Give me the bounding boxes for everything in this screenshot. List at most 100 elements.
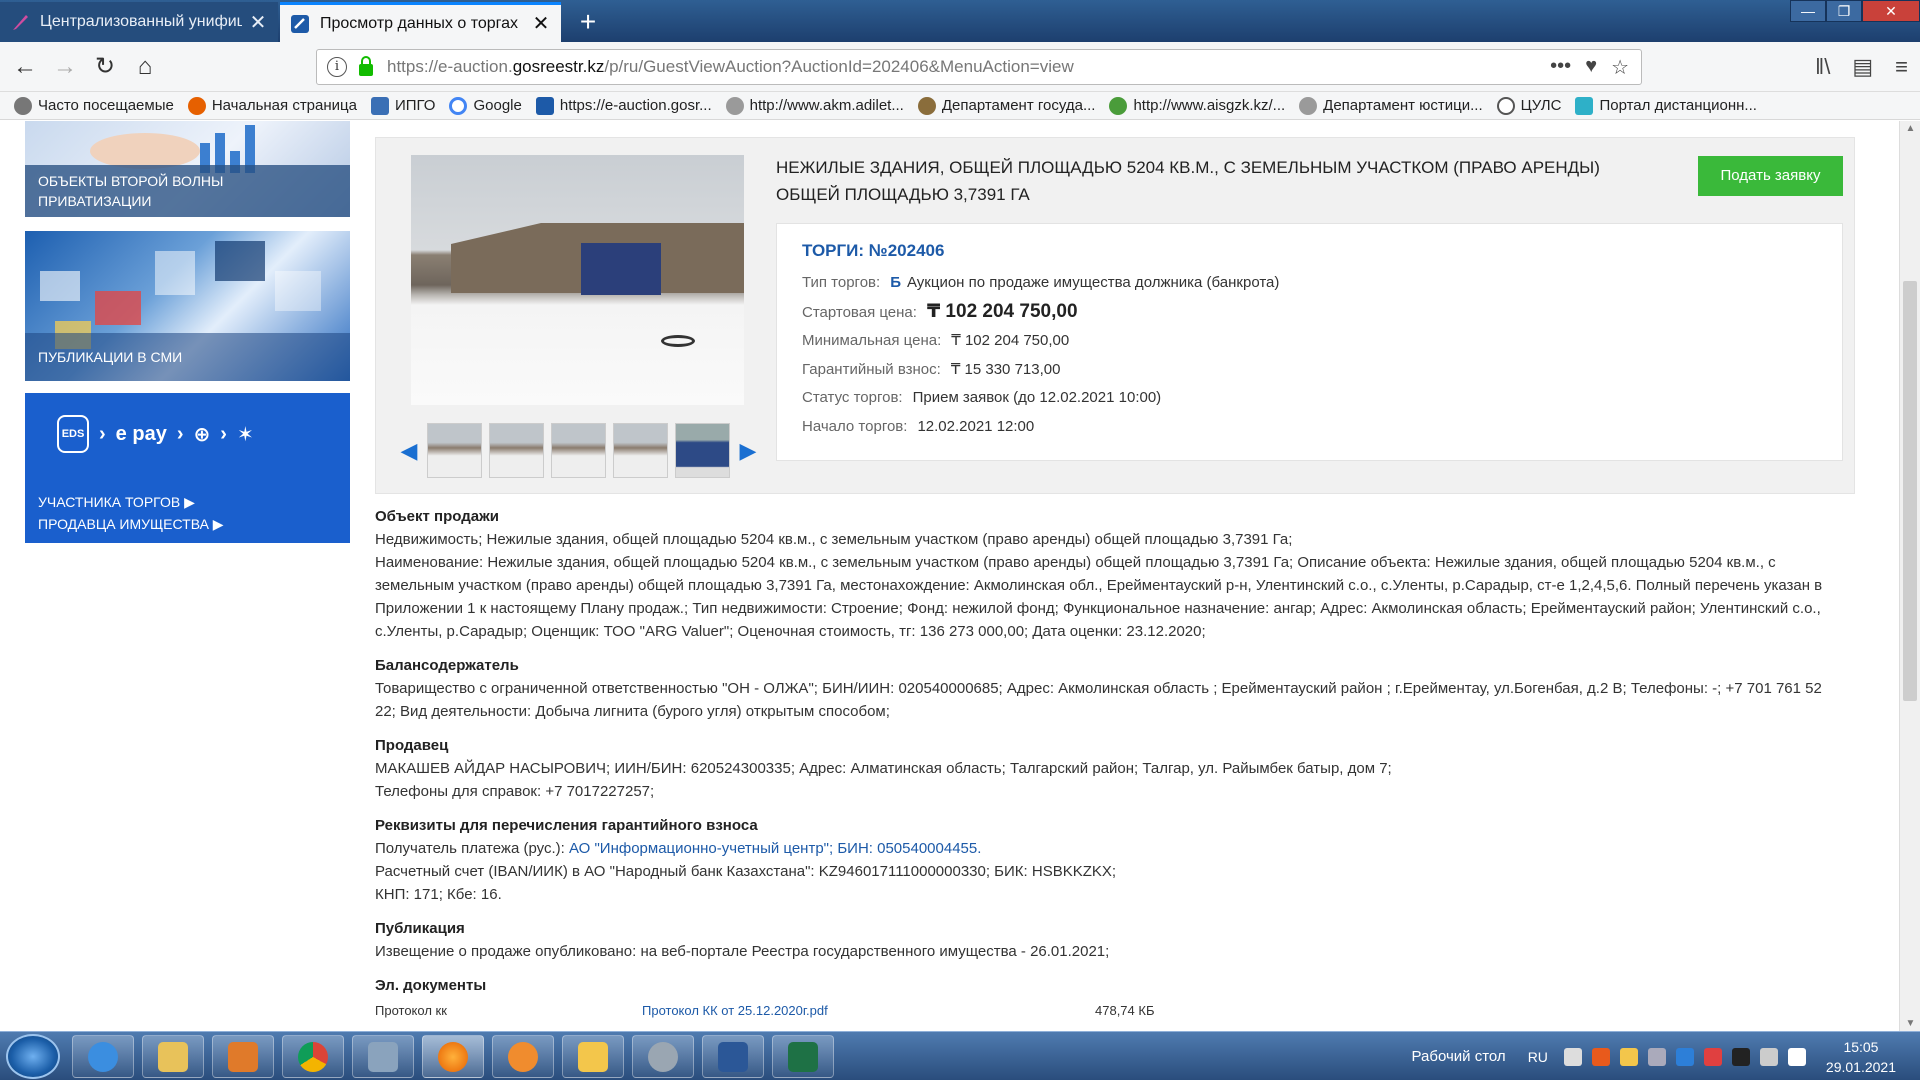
gear-icon[interactable] (1647, 1047, 1666, 1066)
close-tab-icon[interactable]: ✕ (531, 11, 551, 36)
screen: Централизованный унифици ✕ Просмотр данн… (0, 0, 1920, 1080)
start-date-row: Начало торгов: 12.02.2021 12:00 (802, 418, 1035, 435)
document-name: Протокол кк (375, 1003, 447, 1018)
kz-flag-icon (1575, 96, 1594, 115)
back-icon[interactable]: ← (6, 48, 44, 86)
desktop-toolbar[interactable]: Рабочий стол (1412, 1048, 1506, 1065)
address-bar[interactable]: i https://e-auction.gosreestr.kz/p/ru/Gu… (316, 49, 1642, 85)
taskbar-ie[interactable] (72, 1035, 134, 1078)
close-tab-icon[interactable]: ✕ (248, 10, 268, 35)
arrow-right-icon[interactable]: ▶ (737, 438, 759, 464)
reload-icon[interactable]: ↻ (86, 48, 124, 86)
banner-media[interactable]: ПУБЛИКАЦИИ В СМИ (25, 231, 350, 381)
language-indicator[interactable]: RU (1528, 1049, 1548, 1065)
apply-button[interactable]: Подать заявку (1698, 156, 1843, 196)
thumbnail[interactable] (613, 423, 668, 478)
bookmark-item[interactable]: Часто посещаемые (14, 96, 174, 115)
firefox-icon (187, 96, 206, 115)
bookmark-item[interactable]: ЦУЛС (1496, 96, 1561, 115)
taskbar-app[interactable] (492, 1035, 554, 1078)
globe-icon (1109, 96, 1128, 115)
link-participants[interactable]: УЧАСТНИКА ТОРГОВ ▶ (38, 491, 224, 513)
bookmark-item[interactable]: Департамент госуда... (917, 96, 1095, 115)
bookmark-item[interactable]: https://e-auction.gosr... (535, 96, 712, 115)
auction-number: ТОРГИ: №202406 (802, 241, 945, 260)
taskbar-explorer[interactable] (142, 1035, 204, 1078)
volume-icon[interactable] (1759, 1047, 1778, 1066)
scrollbar-thumb[interactable] (1903, 281, 1917, 701)
auction-info: ТОРГИ: №202406 Тип торгов: Б Аукцион по пр… (776, 223, 1843, 461)
banner-privatization[interactable]: ОБЪЕКТЫ ВТОРОЙ ВОЛНЫ ПРИВАТИЗАЦИИ (25, 121, 350, 217)
network-icon[interactable] (1675, 1047, 1694, 1066)
section-heading: Реквизиты для перечисления гарантийного … (375, 817, 758, 834)
page-info-icon[interactable]: i (327, 57, 347, 77)
taskbar-word[interactable] (702, 1035, 764, 1078)
min-price-row: Минимальная цена: ₸ 102 204 750,00 (802, 332, 1070, 349)
system-tray: Рабочий стол RU 15:05 29.01.2021 (1412, 1032, 1920, 1080)
printer-icon[interactable] (1563, 1047, 1582, 1066)
banner-epay: EDS › e pay › ⊕ › ✶ УЧАСТНИКА ТОРГОВ ▶ П… (25, 393, 350, 543)
document-link[interactable]: Протокол КК от 25.12.2020г.pdf (642, 999, 828, 1022)
taskbar-mail[interactable] (562, 1035, 624, 1078)
taskbar-media[interactable] (212, 1035, 274, 1078)
start-button[interactable] (6, 1034, 60, 1079)
bookmark-star-icon[interactable]: ☆ (1611, 55, 1629, 80)
main-lot-photo[interactable] (411, 155, 744, 405)
google-icon (449, 96, 468, 115)
arrow-left-icon[interactable]: ◀ (398, 438, 420, 464)
bookmark-item[interactable]: Google (449, 96, 522, 115)
office-icon[interactable] (1591, 1047, 1610, 1066)
close-window-button[interactable]: ✕ (1862, 0, 1920, 22)
url-text[interactable]: https://e-auction.gosreestr.kz/p/ru/Gues… (387, 57, 1074, 77)
mail-icon[interactable] (1619, 1047, 1638, 1066)
hangar-door-shape (581, 243, 661, 295)
holder-text: Товарищество с ограниченной ответственно… (375, 680, 1822, 720)
recipient-link[interactable]: АО "Информационно-учетный центр"; БИН: 0… (569, 840, 981, 857)
excel-icon (788, 1041, 818, 1072)
sidebar-icon[interactable]: ▤ (1852, 54, 1873, 80)
bookmark-item[interactable]: Начальная страница (187, 96, 357, 115)
new-tab-button[interactable]: + (570, 4, 606, 40)
thumbnail[interactable] (427, 423, 482, 478)
home-icon[interactable]: ⌂ (126, 48, 164, 86)
forward-icon[interactable]: → (46, 48, 84, 86)
taskbar-settings[interactable] (632, 1035, 694, 1078)
link-sellers[interactable]: ПРОДАВЦА ИМУЩЕСТВА ▶ (38, 513, 224, 535)
library-icon[interactable]: ‖\ (1815, 54, 1830, 80)
bookmark-item[interactable]: Департамент юстици... (1299, 96, 1483, 115)
minimize-button[interactable]: — (1790, 0, 1826, 22)
taskbar-firefox[interactable] (422, 1035, 484, 1078)
internet-explorer-icon (88, 1041, 118, 1072)
tire-shape (661, 335, 695, 347)
page-scrollbar[interactable]: ▲ ▼ (1899, 121, 1920, 1031)
tab-centralized[interactable]: Централизованный унифици ✕ (0, 2, 278, 42)
thumbnail[interactable] (489, 423, 544, 478)
menu-icon[interactable]: ≡ (1895, 54, 1908, 80)
thumbnail[interactable] (675, 423, 730, 478)
bookmark-item[interactable]: ИПГО (370, 96, 435, 115)
pocket-icon[interactable]: ♥ (1585, 55, 1597, 80)
tab-title: Просмотр данных о торгах (320, 14, 519, 32)
bookmark-item[interactable]: Портал дистанционн... (1575, 96, 1757, 115)
window-controls: — ❐ ✕ (1790, 0, 1920, 22)
mail-icon (578, 1041, 608, 1072)
taskbar-excel[interactable] (772, 1035, 834, 1078)
thumbnail[interactable] (551, 423, 606, 478)
update-icon[interactable] (1703, 1047, 1722, 1066)
scroll-down-icon[interactable]: ▼ (1900, 1018, 1920, 1029)
taskbar-calculator[interactable] (352, 1035, 414, 1078)
restore-button[interactable]: ❐ (1826, 0, 1862, 22)
site-logo-icon (535, 96, 554, 115)
scroll-up-icon[interactable]: ▲ (1900, 123, 1920, 134)
taskbar-chrome[interactable] (282, 1035, 344, 1078)
clock[interactable]: 15:05 29.01.2021 (1826, 1037, 1896, 1077)
console-icon[interactable] (1731, 1047, 1750, 1066)
lock-icon (359, 55, 373, 76)
auction-type-row: Тип торгов: Б Аукцион по продаже имущества… (802, 274, 1280, 291)
bookmark-item[interactable]: http://www.akm.adilet... (725, 96, 904, 115)
flag-icon[interactable] (1787, 1047, 1806, 1066)
bookmark-item[interactable]: http://www.aisgzk.kz/... (1109, 96, 1285, 115)
tab-auction-view[interactable]: Просмотр данных о торгах ✕ (280, 2, 561, 42)
seller-phones: Телефоны для справок: +7 7017227257; (375, 783, 655, 800)
page-actions-icon[interactable]: ••• (1550, 55, 1571, 80)
